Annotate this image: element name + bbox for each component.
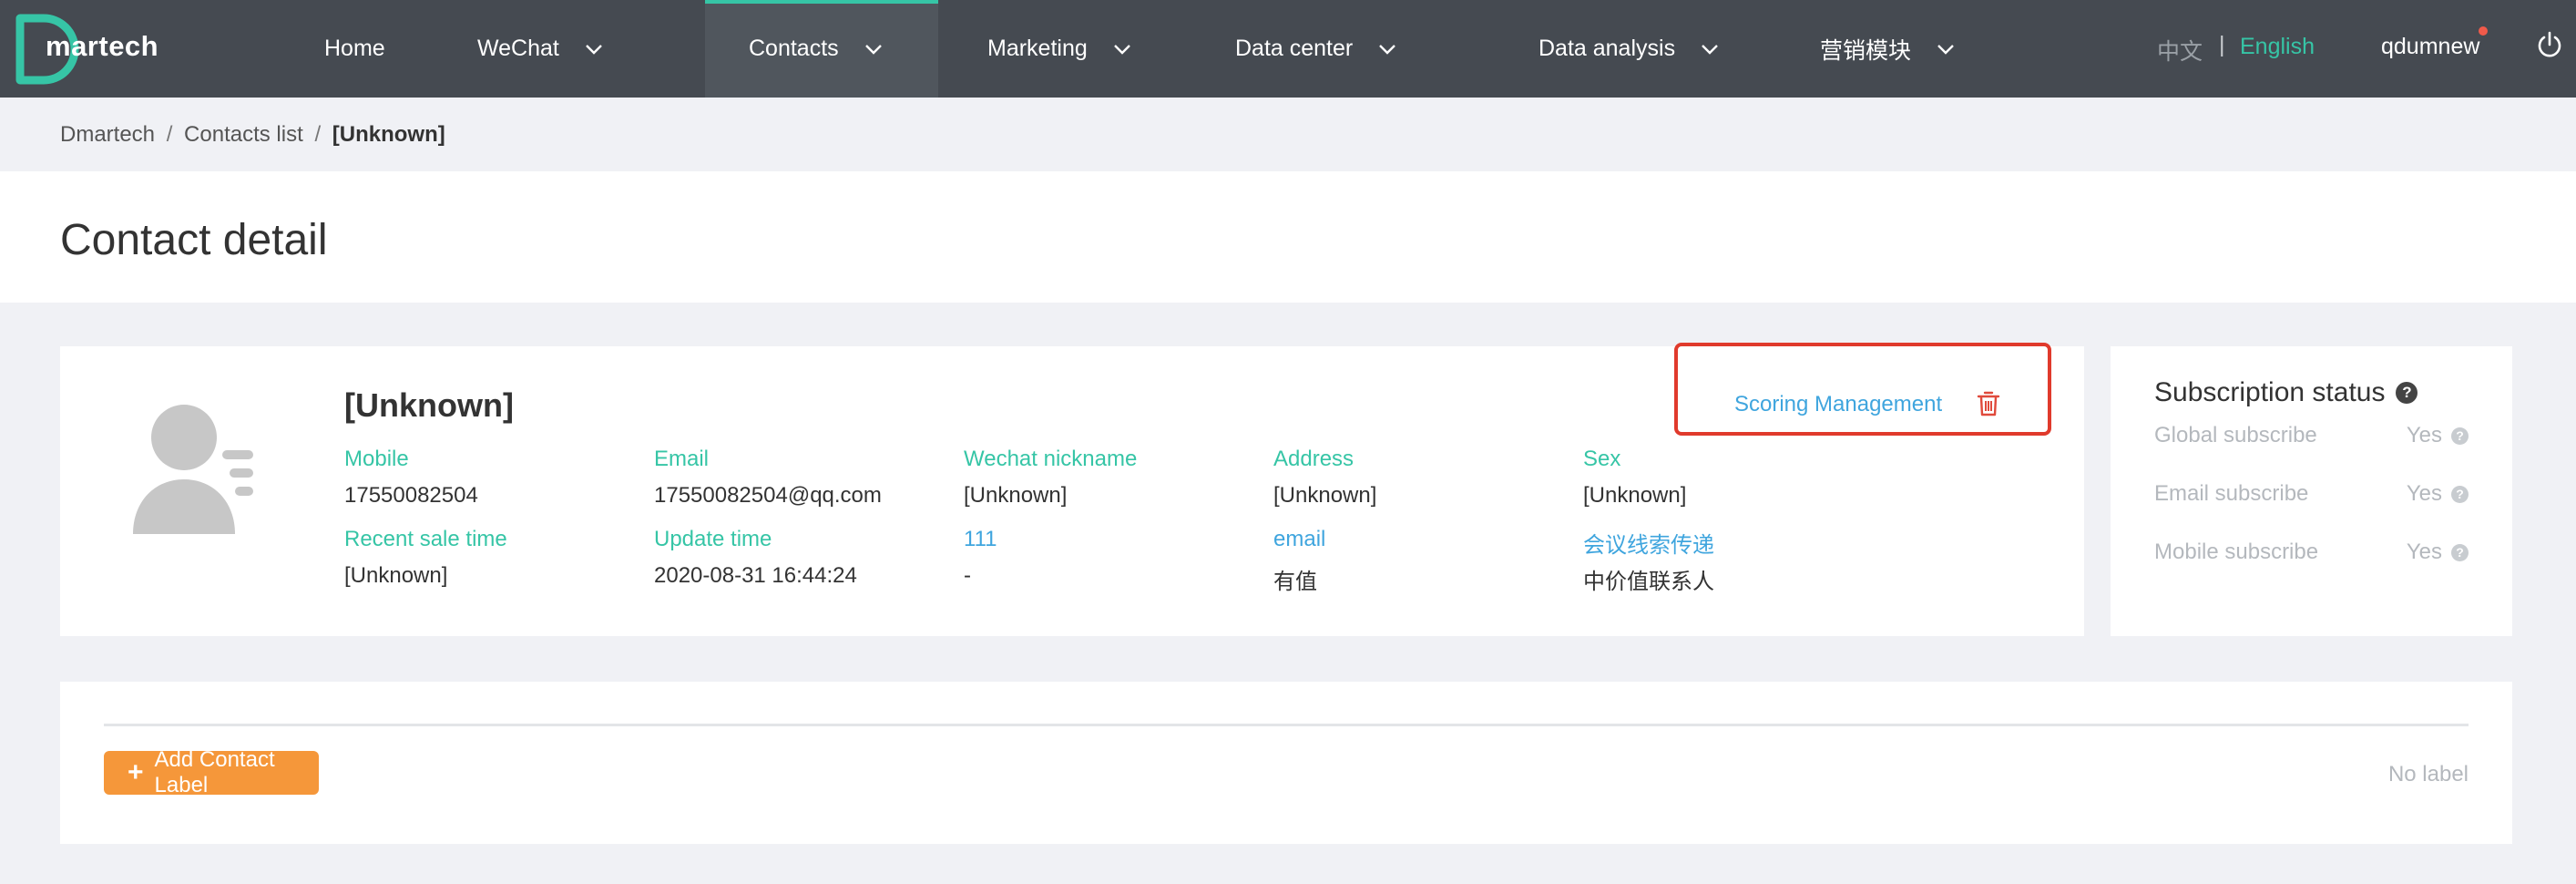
add-contact-label-text: Add Contact Label — [154, 747, 275, 797]
avatar-icon — [133, 405, 253, 534]
nav-item-marketing-module[interactable]: 营销模块 — [1820, 0, 1955, 98]
global-subscribe-value: Yes ? — [2407, 423, 2469, 448]
nav-item-label: Data analysis — [1538, 36, 1676, 61]
breadcrumb-parent-link[interactable]: Contacts list — [184, 122, 303, 147]
field-label-meeting-lead: 会议线索传递 — [1583, 533, 1714, 558]
notification-dot — [2479, 26, 2488, 36]
nav-item-home[interactable]: Home — [324, 0, 385, 98]
email-subscribe-value-text: Yes — [2406, 481, 2442, 506]
mobile-subscribe-label: Mobile subscribe — [2154, 540, 2319, 564]
mobile-subscribe-value-text: Yes — [2406, 540, 2442, 564]
global-subscribe-label: Global subscribe — [2154, 423, 2317, 447]
nav-item-label: 营销模块 — [1820, 37, 1912, 64]
chevron-down-icon — [1702, 44, 1718, 55]
breadcrumb-root-link[interactable]: Dmartech — [60, 122, 155, 147]
help-icon[interactable]: ? — [2451, 485, 2469, 503]
power-icon[interactable] — [2536, 30, 2563, 59]
contact-name: [Unknown] — [344, 386, 514, 424]
page-title: Contact detail — [60, 216, 328, 264]
field-label-custom-111: 111 — [964, 527, 997, 551]
chevron-down-icon — [1379, 44, 1396, 55]
page-header: Contact detail — [0, 171, 2576, 303]
email-subscribe-value: Yes ? — [2407, 481, 2469, 507]
field-label-address: Address — [1273, 447, 1354, 471]
subscription-status-card: Subscription status ? Global subscribe Y… — [2111, 346, 2512, 636]
plus-icon: + — [128, 757, 144, 787]
chevron-down-icon — [586, 44, 602, 55]
nav-item-marketing[interactable]: Marketing — [987, 0, 1131, 98]
nav-item-data-analysis[interactable]: Data analysis — [1538, 0, 1719, 98]
chevron-down-icon — [864, 44, 882, 55]
field-value-meeting-lead: 中价值联系人 — [1583, 570, 1714, 594]
field-label-mobile: Mobile — [344, 447, 409, 471]
field-value-address: [Unknown] — [1273, 483, 1377, 508]
scoring-management-link[interactable]: Scoring Management — [1734, 392, 1942, 417]
field-value-custom-email: 有值 — [1273, 570, 1317, 594]
nav-item-label: WeChat — [477, 36, 559, 61]
field-value-mobile: 17550082504 — [344, 483, 478, 508]
trash-icon[interactable] — [1977, 390, 2000, 417]
mobile-subscribe-value: Yes ? — [2407, 540, 2469, 565]
logo-text: martech — [46, 30, 159, 62]
chevron-down-icon — [1113, 44, 1130, 55]
nav-item-wechat[interactable]: WeChat — [477, 0, 603, 98]
contact-info-card: [Unknown] Mobile Email Wechat nickname A… — [60, 343, 2084, 636]
breadcrumb: Dmartech / Contacts list / [Unknown] — [60, 122, 445, 148]
subscription-title: Subscription status ? — [2154, 377, 2418, 408]
field-value-wechat-nickname: [Unknown] — [964, 483, 1068, 508]
field-value-custom-111: - — [964, 563, 971, 588]
breadcrumb-separator: / — [314, 122, 322, 147]
field-label-update-time: Update time — [654, 527, 772, 551]
field-label-email: Email — [654, 447, 710, 471]
user-menu[interactable]: qdumnew — [2381, 34, 2479, 60]
field-value-sex: [Unknown] — [1583, 483, 1687, 508]
nav-item-label: Data center — [1235, 36, 1354, 61]
contact-label-card: + Add Contact Label No label — [60, 682, 2512, 844]
scoring-highlight-box — [1674, 343, 2051, 436]
field-label-wechat-nickname: Wechat nickname — [964, 447, 1138, 471]
help-icon[interactable]: ? — [2396, 382, 2418, 404]
language-chinese-link[interactable]: 中文 — [2157, 34, 2203, 67]
divider — [104, 724, 2469, 726]
field-value-recent-sale-time: [Unknown] — [344, 563, 448, 588]
field-label-sex: Sex — [1583, 447, 1621, 471]
help-icon[interactable]: ? — [2451, 543, 2469, 561]
chevron-down-icon — [1937, 44, 1954, 55]
field-label-custom-email: email — [1273, 527, 1326, 551]
breadcrumb-separator: / — [166, 122, 173, 147]
no-label-text: No label — [2387, 762, 2469, 786]
field-label-recent-sale-time: Recent sale time — [344, 527, 507, 551]
nav-item-label: Home — [324, 36, 385, 61]
nav-item-contacts[interactable]: Contacts — [705, 0, 938, 98]
global-subscribe-value-text: Yes — [2406, 423, 2442, 447]
add-contact-label-button[interactable]: + Add Contact Label — [104, 747, 319, 797]
nav-item-label: Marketing — [987, 36, 1088, 61]
language-english-link[interactable]: English — [2240, 34, 2315, 60]
field-value-email: 17550082504@qq.com — [654, 483, 882, 508]
top-navigation-bar: martech Home WeChat Contacts Marketing D… — [0, 0, 2576, 98]
nav-item-label: Contacts — [749, 36, 839, 61]
email-subscribe-label: Email subscribe — [2154, 481, 2309, 506]
help-icon[interactable]: ? — [2451, 427, 2469, 445]
subscription-title-text: Subscription status — [2154, 377, 2386, 407]
field-value-update-time: 2020-08-31 16:44:24 — [654, 563, 857, 588]
language-separator: | — [2219, 32, 2225, 57]
breadcrumb-current: [Unknown] — [332, 122, 445, 147]
nav-item-data-center[interactable]: Data center — [1235, 0, 1396, 98]
